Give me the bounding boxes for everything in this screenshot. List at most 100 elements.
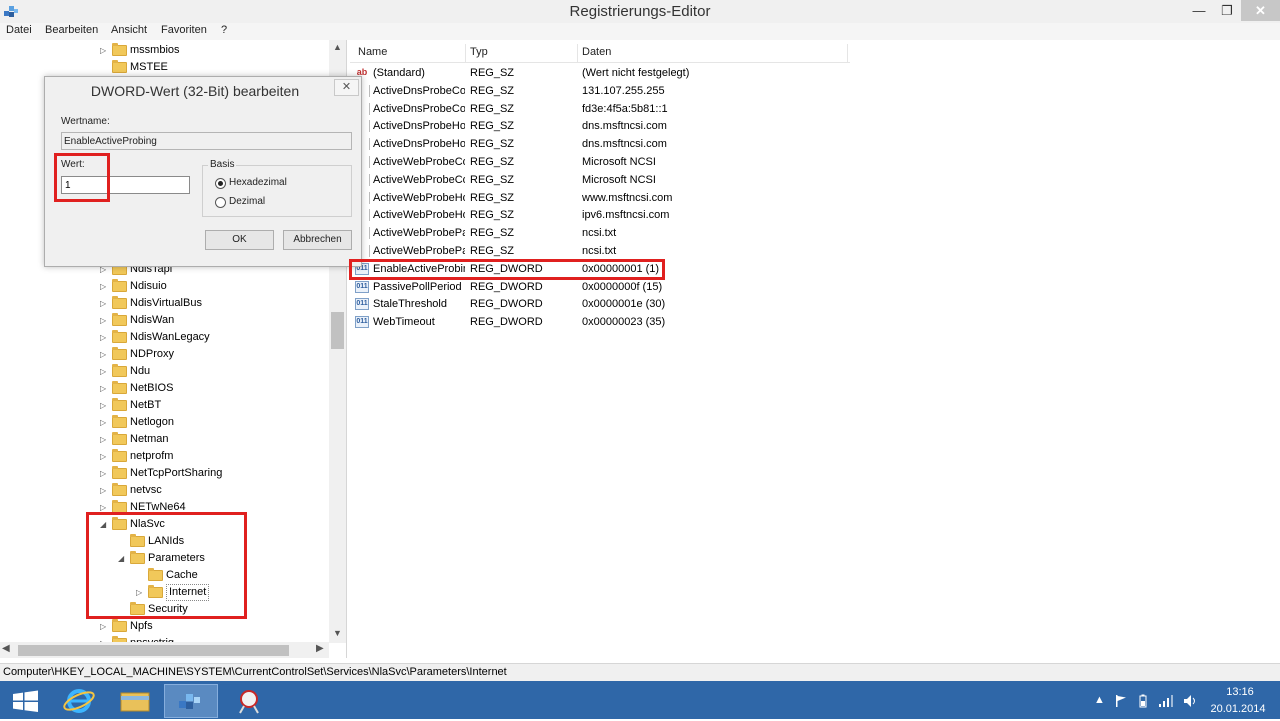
tree-item[interactable]: ▷ Netman [100,431,330,448]
menu-favoriten[interactable]: Favoriten [161,24,207,36]
hexadecimal-label[interactable]: Hexadezimal [229,177,287,188]
column-divider[interactable] [847,44,848,62]
file-explorer-button[interactable] [108,684,162,718]
tree-item[interactable]: ▷ Ndu [100,363,330,380]
menu-ansicht[interactable]: Ansicht [111,24,147,36]
registry-editor-taskbar-button[interactable] [164,684,218,718]
tree-vertical-scroll-thumb[interactable] [331,312,344,349]
tree-item[interactable]: MSTEE [100,59,330,76]
tree-item[interactable]: ▷ NdisVirtualBus [100,295,330,312]
column-divider[interactable] [465,44,466,62]
tree-item-label: mssmbios [130,44,180,56]
ok-button[interactable]: OK [205,230,274,250]
value-row[interactable]: 011 StaleThreshold REG_DWORD 0x0000001e (30… [355,296,855,313]
scroll-left-arrow-icon[interactable]: ◀ [2,643,10,654]
folder-icon [112,279,127,292]
network-signal-icon[interactable] [1158,694,1174,711]
dialog-close-button[interactable]: ✕ [334,79,359,96]
value-row[interactable]: ActiveWebProbePath REG_SZ ncsi.txt [355,225,855,242]
collapsed-arrow-icon[interactable]: ▷ [100,482,110,499]
show-hidden-icons-button[interactable]: ▲ [1094,694,1105,706]
tree-item[interactable]: ▷ netprofm [100,448,330,465]
value-row[interactable]: ActiveDnsProbeContentV6 REG_SZ fd3e:4f5a:5… [355,101,855,118]
tree-item[interactable]: ▷ NetTcpPortSharing [100,465,330,482]
collapsed-arrow-icon[interactable]: ▷ [100,618,110,635]
minimize-button[interactable]: — [1185,0,1213,21]
value-row[interactable]: ActiveWebProbeContent REG_SZ Microsoft NCS… [355,154,855,171]
column-divider[interactable] [577,44,578,62]
collapsed-arrow-icon[interactable]: ▷ [100,346,110,363]
collapsed-arrow-icon[interactable]: ▷ [100,295,110,312]
tree-item[interactable]: ▷ NDProxy [100,346,330,363]
value-row[interactable]: ActiveWebProbeHost REG_SZ www.msftncsi.com [355,190,855,207]
clock-time[interactable]: 13:16 [1215,686,1265,698]
tree-item[interactable]: ▷ Ndisuio [100,278,330,295]
binary-value-icon: 011 [355,298,369,311]
tree-item[interactable]: ▷ mssmbios [100,42,330,59]
collapsed-arrow-icon[interactable]: ▷ [100,397,110,414]
hexadecimal-radio[interactable] [215,178,226,189]
value-row[interactable]: ActiveWebProbePathV6 REG_SZ ncsi.txt [355,243,855,260]
menu-datei[interactable]: Datei [6,24,32,36]
value-row[interactable]: ab (Standard) REG_SZ (Wert nicht festgelegt… [355,65,855,82]
collapsed-arrow-icon[interactable]: ▷ [100,329,110,346]
internet-explorer-button[interactable] [52,684,106,718]
base-groupbox [202,165,352,217]
value-data: ncsi.txt [582,245,617,257]
collapsed-arrow-icon[interactable]: ▷ [100,380,110,397]
tree-item[interactable]: ▷ NetBT [100,397,330,414]
tree-item[interactable]: ▷ netvsc [100,482,330,499]
collapsed-arrow-icon[interactable]: ▷ [100,278,110,295]
cancel-button[interactable]: Abbrechen [283,230,352,250]
value-type: REG_SZ [470,191,515,204]
menu-bearbeiten[interactable]: Bearbeiten [45,24,98,36]
clock-date[interactable]: 20.01.2014 [1207,703,1269,715]
folder-icon [112,619,127,632]
tree-item[interactable]: ▷ NetBIOS [100,380,330,397]
collapsed-arrow-icon[interactable]: ▷ [100,363,110,380]
folder-icon [112,43,127,56]
value-row[interactable]: ActiveWebProbeHostV6 REG_SZ ipv6.msftncsi.… [355,207,855,224]
tree-item-label: NdisWanLegacy [130,331,210,343]
folder-icon [112,415,127,428]
value-row[interactable]: 011 PassivePollPeriod REG_DWORD 0x0000000f … [355,279,855,296]
scroll-up-arrow-icon[interactable]: ▲ [329,42,346,52]
value-name-field[interactable] [61,132,352,150]
collapsed-arrow-icon[interactable]: ▷ [100,312,110,329]
column-header-data[interactable]: Daten [582,46,611,58]
start-button[interactable] [0,684,54,718]
internet-explorer-icon [63,689,95,713]
collapsed-arrow-icon[interactable]: ▷ [100,414,110,431]
collapsed-arrow-icon[interactable]: ▷ [100,431,110,448]
decimal-label[interactable]: Dezimal [229,196,265,207]
scroll-down-arrow-icon[interactable]: ▼ [329,628,346,638]
value-row[interactable]: ActiveDnsProbeContent REG_SZ 131.107.255.2… [355,83,855,100]
battery-icon[interactable] [1138,694,1148,711]
value-row[interactable]: ActiveDnsProbeHost REG_SZ dns.msftncsi.com [355,118,855,135]
folder-icon [112,449,127,462]
string-value-icon [369,102,371,115]
tree-horizontal-scroll-thumb[interactable] [18,645,289,656]
snipping-tool-button[interactable] [222,684,276,718]
scroll-right-arrow-icon[interactable]: ▶ [316,643,324,654]
tree-item[interactable]: ▷ NdisWanLegacy [100,329,330,346]
decimal-radio[interactable] [215,197,226,208]
menu-help[interactable]: ? [221,24,227,36]
collapsed-arrow-icon[interactable]: ▷ [100,42,110,59]
tree-item[interactable]: ▷ Npfs [100,618,330,635]
column-header-type[interactable]: Typ [470,46,488,58]
collapsed-arrow-icon[interactable]: ▷ [100,465,110,482]
binary-value-icon: 011 [355,280,369,293]
value-row[interactable]: ActiveDnsProbeHostV6 REG_SZ dns.msftncsi.c… [355,136,855,153]
value-row[interactable]: ActiveWebProbeContentV6 REG_SZ Microsoft N… [355,172,855,189]
tree-item[interactable]: ▷ NdisWan [100,312,330,329]
close-button[interactable]: ✕ [1241,0,1280,21]
volume-icon[interactable] [1183,694,1197,711]
tree-item[interactable]: ▷ Netlogon [100,414,330,431]
maximize-button[interactable]: ❐ [1213,0,1241,21]
value-data: 131.107.255.255 [582,84,665,97]
action-center-flag-icon[interactable] [1114,694,1128,711]
column-header-name[interactable]: Name [358,46,387,58]
value-row[interactable]: 011 WebTimeout REG_DWORD 0x00000023 (35) [355,314,855,331]
collapsed-arrow-icon[interactable]: ▷ [100,448,110,465]
